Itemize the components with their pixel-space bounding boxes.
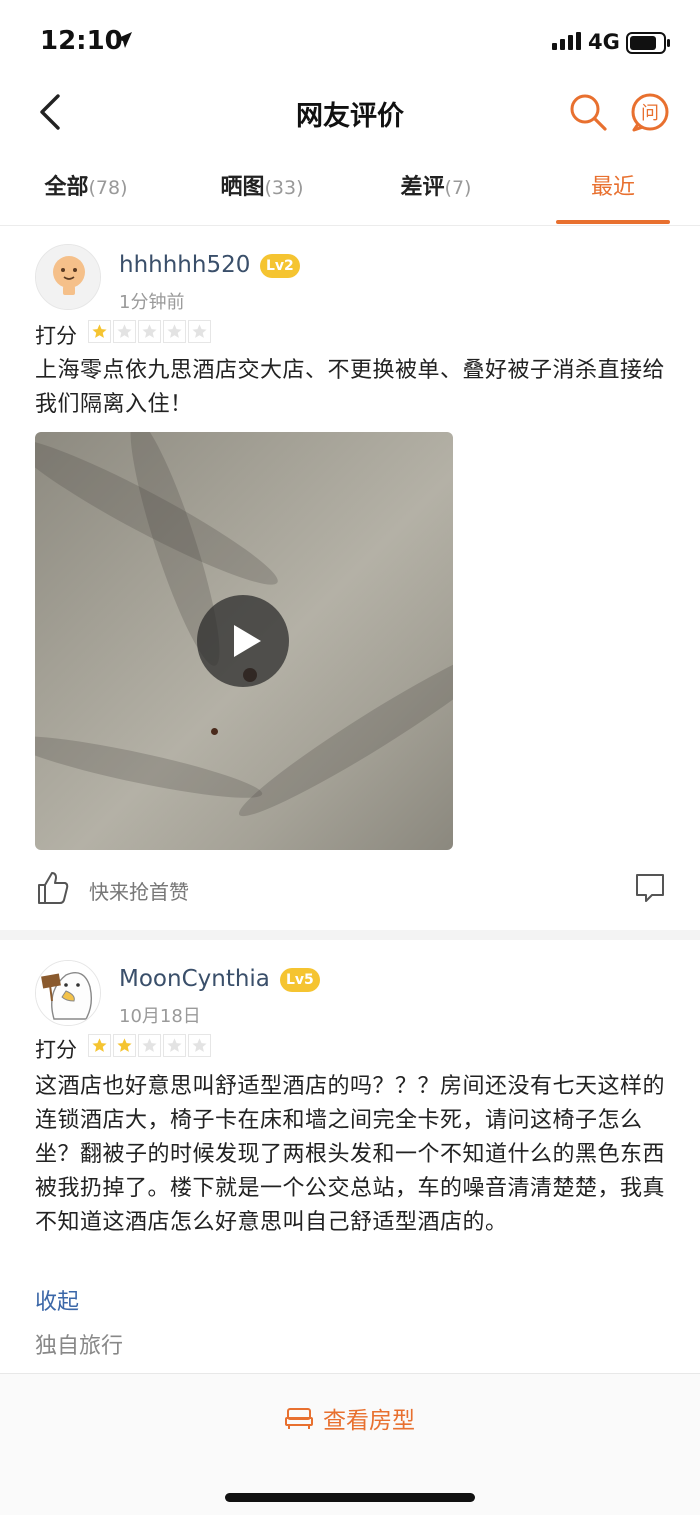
review-card: hhhhhh520 Lv2 1分钟前 打分 上海零点依九思酒店交大店、不更换被单… [0,226,700,926]
trip-type: 独自旅行 [35,1334,124,1359]
video-thumbnail[interactable] [35,432,453,850]
star-empty-icon [113,320,136,343]
post-time: 1分钟前 [119,292,185,313]
battery-icon [626,32,670,54]
username[interactable]: MoonCynthia [119,966,270,992]
avatar[interactable] [35,960,101,1026]
ask-question-icon[interactable]: 问 [628,90,672,134]
star-rating [88,1034,211,1057]
back-arrow-icon[interactable] [34,92,68,132]
play-button[interactable] [197,595,289,687]
home-indicator [225,1493,475,1502]
star-filled-icon [88,1034,111,1057]
bottom-bar: 查看房型 [0,1373,700,1515]
score-label: 打分 [35,1038,77,1062]
review-tabs: 全部(78) 晒图(33) 差评(7) 最近 [0,150,700,226]
star-empty-icon [138,1034,161,1057]
star-rating [88,320,211,343]
review-text: 上海零点依九思酒店交大店、不更换被单、叠好被子消杀直接给我们隔离入住！ [35,358,666,417]
star-empty-icon [163,1034,186,1057]
post-time: 10月18日 [119,1006,201,1027]
score-label: 打分 [35,324,77,348]
like-prompt[interactable]: 快来抢首赞 [89,876,189,905]
search-icon[interactable] [566,90,610,134]
signal-icon [552,32,581,50]
tab-all-count: (78) [88,177,128,199]
tab-recent[interactable]: 最近 [556,150,670,226]
username[interactable]: hhhhhh520 [119,252,250,278]
level-badge: Lv2 [260,254,300,278]
tab-negative[interactable]: 差评(7) [386,150,486,226]
review-actions: 快来抢首赞 [0,862,700,914]
star-filled-icon [88,320,111,343]
tab-all[interactable]: 全部(78) [30,150,142,226]
tab-recent-label: 最近 [590,175,635,200]
view-room-types-label: 查看房型 [323,1408,415,1434]
avatar[interactable] [35,244,101,310]
active-tab-indicator [556,220,670,224]
tab-negative-label: 差评 [400,175,445,200]
bed-icon [285,1408,313,1429]
section-divider [0,930,700,940]
lightbulb-avatar-icon [36,245,100,309]
nav-bar: 网友评价 问 [0,82,700,144]
play-icon [234,625,261,657]
location-arrow-icon [116,32,132,48]
star-filled-icon [113,1034,136,1057]
ask-icon-label: 问 [641,103,659,124]
status-bar: 12:10 4G [0,0,700,82]
view-room-types-button[interactable]: 查看房型 [200,1396,500,1440]
comment-icon[interactable] [634,872,666,904]
tab-photos-label: 晒图 [220,175,265,200]
duck-avatar-icon [36,961,100,1025]
star-empty-icon [138,320,161,343]
review-text: 这酒店也好意思叫舒适型酒店的吗？？？房间还没有七天这样的连锁酒店大，椅子卡在床和… [35,1074,666,1235]
level-badge: Lv5 [280,968,320,992]
stain-spot [211,728,218,735]
star-empty-icon [163,320,186,343]
tab-photos[interactable]: 晒图(33) [206,150,318,226]
star-empty-icon [188,1034,211,1057]
status-time: 12:10 [40,26,123,56]
tab-negative-count: (7) [444,177,472,199]
collapse-link[interactable]: 收起 [35,1284,79,1316]
review-card: MoonCynthia Lv5 10月18日 打分 这酒店也好意思叫舒适型酒店的… [0,940,700,1370]
star-empty-icon [188,320,211,343]
tab-photos-count: (33) [264,177,304,199]
network-type: 4G [588,30,620,54]
tab-all-label: 全部 [44,175,89,200]
thumbs-up-icon[interactable] [35,870,71,906]
